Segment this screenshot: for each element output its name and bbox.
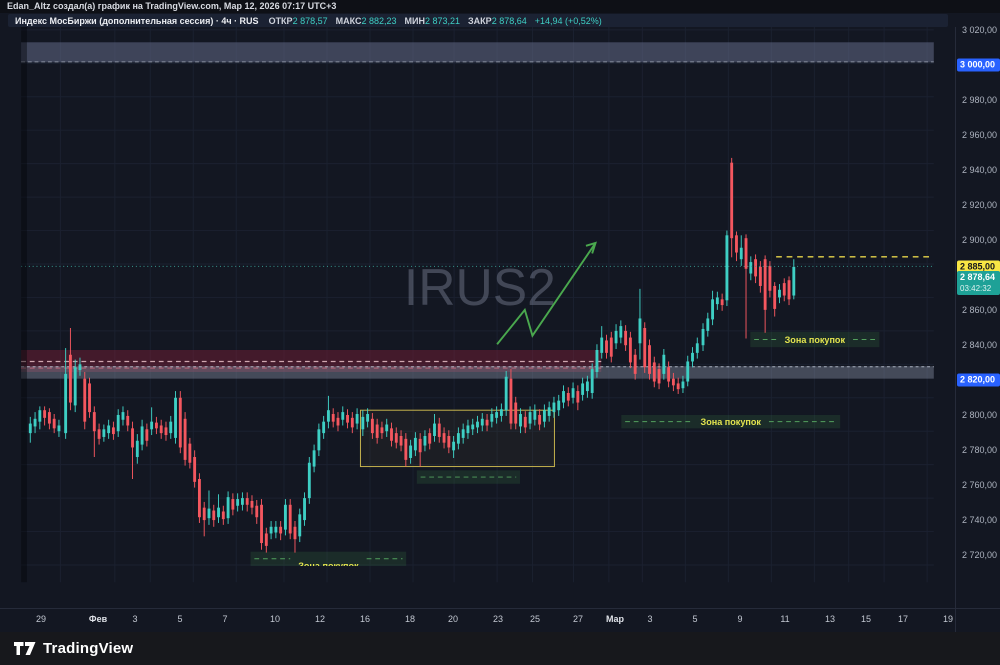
time-tick-label: 27 (572, 614, 584, 624)
time-tick-label: 7 (222, 614, 228, 624)
price-tick-label: 3 020,00 (962, 25, 998, 35)
ohlc-high: МАКС2 882,23 (335, 15, 397, 26)
price-level-badge[interactable]: 2 878,64 03:42:32 (957, 271, 1000, 295)
time-tick-label: 20 (447, 614, 459, 624)
time-tick-label: 13 (824, 614, 836, 624)
time-tick-label: Мар (605, 614, 625, 624)
price-change: +14,94 (+0,52%) (534, 15, 602, 26)
price-tick-label: 2 760,00 (962, 480, 998, 490)
price-tick-label: 2 960,00 (962, 130, 998, 140)
time-tick-label: 17 (897, 614, 909, 624)
time-tick-label: 12 (314, 614, 326, 624)
ohlc-open: ОТКР2 878,57 (268, 15, 328, 26)
chart-pane[interactable]: IRUS2 Зона покупок Зона покупок Зона покупо… (0, 27, 955, 608)
time-tick-label: 9 (737, 614, 743, 624)
tradingview-logo-icon (14, 641, 36, 655)
ohlc-close: ЗАКР2 878,64 (468, 15, 527, 26)
price-level-badge[interactable]: 3 000,00 (957, 58, 1000, 72)
price-tick-label: 2 900,00 (962, 235, 998, 245)
symbol-title[interactable]: Индекс МосБиржи (дополнительная сессия) … (15, 16, 259, 26)
price-tick-label: 2 840,00 (962, 340, 998, 350)
price-tick-label: 2 740,00 (962, 515, 998, 525)
time-tick-label: 5 (177, 614, 183, 624)
time-tick-label: 19 (942, 614, 954, 624)
price-level-badge[interactable]: 2 820,00 (957, 373, 1000, 387)
time-tick-label: 23 (492, 614, 504, 624)
axis-corner (955, 608, 1000, 633)
time-tick-label: 29 (35, 614, 47, 624)
time-tick-label: 16 (359, 614, 371, 624)
time-axis[interactable]: 29 Фев 3 5 7 10 12 16 18 20 23 25 27 Мар 3 5 9 11 13 15 17 19 (0, 608, 955, 633)
time-tick-label: Фев (88, 614, 108, 624)
tradingview-logo[interactable]: TradingView (14, 640, 133, 657)
price-tick-label: 2 720,00 (962, 550, 998, 560)
buy-zone-label: Зона покупок (785, 335, 846, 345)
buy-zone[interactable]: Зона покупок (621, 414, 841, 429)
price-tick-label: 2 920,00 (962, 200, 998, 210)
symbol-info-bar[interactable]: Индекс МосБиржи (дополнительная сессия) … (8, 14, 948, 27)
time-tick-label: 3 (132, 614, 138, 624)
price-tick-label: 2 980,00 (962, 95, 998, 105)
time-tick-label: 18 (404, 614, 416, 624)
time-tick-label: 10 (269, 614, 281, 624)
price-tick-label: 2 940,00 (962, 165, 998, 175)
buy-zone[interactable]: Зона покупок (250, 551, 407, 571)
buy-zone-label: Зона покупок (298, 561, 359, 571)
price-tick-label: 2 800,00 (962, 410, 998, 420)
time-tick-label: 11 (780, 614, 790, 624)
footer-bar: TradingView (0, 632, 1000, 665)
buy-zone[interactable]: Зона покупок (750, 331, 880, 348)
ohlc-low: МИН2 873,21 (404, 15, 461, 26)
time-tick-label: 15 (860, 614, 872, 624)
time-tick-label: 5 (692, 614, 698, 624)
tradingview-logo-text: TradingView (43, 640, 134, 657)
time-tick-label: 3 (647, 614, 653, 624)
price-tick-label: 2 780,00 (962, 445, 998, 455)
countdown-timer: 03:42:32 (960, 284, 992, 293)
creator-attribution-text: Edan_Altz создал(а) график на TradingVie… (7, 1, 337, 11)
price-axis[interactable]: 3 020,00 2 980,00 2 960,00 2 940,00 2 920,00… (955, 25, 1000, 608)
buy-zone-label: Зона покупок (701, 417, 762, 427)
buy-zone[interactable] (416, 470, 521, 484)
time-tick-label: 25 (529, 614, 541, 624)
candlestick-chart-canvas[interactable]: IRUS2Зона покупокЗона покупокЗона покупо… (0, 27, 955, 608)
creator-attribution-bar: Edan_Altz создал(а) график на TradingVie… (0, 0, 1000, 13)
price-tick-label: 2 860,00 (962, 305, 998, 315)
